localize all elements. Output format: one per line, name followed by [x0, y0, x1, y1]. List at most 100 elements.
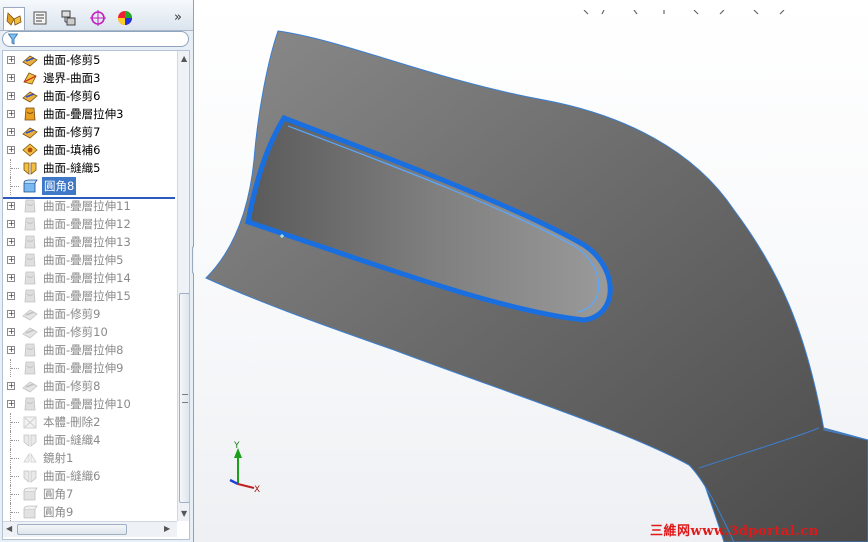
tree-item[interactable]: + 曲面-疊層拉伸5 — [3, 251, 175, 269]
loft-surface-icon — [21, 360, 39, 376]
tree-item-label: 曲面-修剪6 — [43, 89, 101, 103]
trim-surface-icon — [21, 378, 39, 394]
tree-item[interactable]: + 曲面-修剪6 — [3, 87, 175, 105]
tree-item[interactable]: 圓角7 — [3, 485, 175, 503]
tree-item[interactable]: 曲面-縫織5 — [3, 159, 175, 177]
property-manager-tab[interactable] — [29, 7, 51, 29]
reference-triad[interactable]: Y X — [228, 440, 268, 496]
expand-icon[interactable]: + — [7, 220, 15, 228]
tree-item-label: 曲面-疊層拉伸9 — [43, 361, 124, 375]
tree-item[interactable]: 曲面-縫織6 — [3, 467, 175, 485]
loft-surface-icon — [21, 288, 39, 304]
trim-surface-icon — [21, 124, 39, 140]
tree-item-label: 曲面-修剪5 — [43, 53, 101, 67]
tree-item-label: 圓角7 — [43, 487, 74, 501]
tree-item[interactable]: 鏡射1 — [3, 449, 175, 467]
scroll-down-icon[interactable]: ▼ — [181, 509, 187, 518]
tree-item-label: 曲面-疊層拉伸13 — [43, 235, 131, 249]
feature-manager-panel: » + 曲面-修剪5 + 邊界-曲面3 + 曲面-修剪6 + 曲面-疊層拉伸3 + 曲面-修剪7 +… — [0, 0, 194, 542]
tree-vertical-scrollbar[interactable]: ▲ ▼ — [177, 51, 189, 521]
loft-surface-icon — [21, 252, 39, 268]
tree-item[interactable]: + 曲面-疊層拉伸3 — [3, 105, 175, 123]
expand-icon[interactable]: + — [7, 256, 15, 264]
expand-icon[interactable]: + — [7, 128, 15, 136]
expand-icon[interactable]: + — [7, 74, 15, 82]
tree-connector — [10, 359, 19, 377]
tree-connector — [10, 467, 19, 485]
tree-item[interactable]: 圓角8 — [3, 177, 175, 195]
horizontal-scroll-thumb[interactable] — [17, 524, 127, 535]
tree-item[interactable]: + 邊界-曲面3 — [3, 69, 175, 87]
expand-icon[interactable]: + — [7, 346, 15, 354]
tree-item[interactable]: + 曲面-疊層拉伸15 — [3, 287, 175, 305]
property-manager-icon — [33, 11, 47, 25]
tree-item-label: 曲面-縫織4 — [43, 433, 101, 447]
tree-item[interactable]: + 曲面-修剪10 — [3, 323, 175, 341]
fillet-icon — [21, 178, 39, 194]
expand-icon[interactable]: + — [7, 292, 15, 300]
tree-item[interactable]: 曲面-疊層拉伸9 — [3, 359, 175, 377]
tree-item[interactable]: + 曲面-修剪9 — [3, 305, 175, 323]
loft-surface-icon — [21, 198, 39, 214]
tree-item[interactable]: + 曲面-疊層拉伸12 — [3, 215, 175, 233]
graphics-viewport[interactable]: Y X 三維网www.3dportal.cn — [194, 0, 868, 542]
display-manager-tab[interactable] — [114, 7, 136, 29]
tree-item[interactable]: + 曲面-修剪8 — [3, 377, 175, 395]
scroll-grip-icon — [182, 394, 188, 403]
expand-icon[interactable]: + — [7, 202, 15, 210]
tree-item[interactable]: + 曲面-疊層拉伸10 — [3, 395, 175, 413]
rollback-bar[interactable] — [3, 197, 175, 199]
feature-filter-field[interactable] — [2, 31, 189, 47]
expand-icon[interactable]: + — [7, 146, 15, 154]
tree-item[interactable]: + 曲面-填補6 — [3, 141, 175, 159]
scroll-right-icon[interactable]: ▶ — [164, 524, 170, 533]
expand-icon[interactable]: + — [7, 110, 15, 118]
scroll-left-icon[interactable]: ◀ — [6, 524, 12, 533]
feature-manager-icon — [6, 12, 22, 26]
expand-icon[interactable]: + — [7, 400, 15, 408]
tree-item-label: 曲面-疊層拉伸8 — [43, 343, 124, 357]
tree-item-label: 曲面-疊層拉伸5 — [43, 253, 124, 267]
feature-manager-tab[interactable] — [3, 7, 25, 30]
tree-item[interactable]: 本體-刪除2 — [3, 413, 175, 431]
feature-tree: + 曲面-修剪5 + 邊界-曲面3 + 曲面-修剪6 + 曲面-疊層拉伸3 + 曲面-修剪7 + 曲面… — [2, 50, 190, 540]
expand-icon[interactable]: + — [7, 238, 15, 246]
vertical-scroll-thumb[interactable] — [179, 293, 189, 503]
tree-item[interactable]: + 曲面-疊層拉伸14 — [3, 269, 175, 287]
trim-surface-icon — [21, 306, 39, 322]
tree-item-label: 曲面-疊層拉伸15 — [43, 289, 131, 303]
filter-icon — [8, 33, 18, 45]
scroll-up-icon[interactable]: ▲ — [181, 54, 187, 63]
trim-surface-icon — [21, 324, 39, 340]
tree-connector — [10, 485, 19, 503]
expand-icon[interactable]: + — [7, 310, 15, 318]
triad-y-label: Y — [233, 441, 240, 451]
heads-up-toolbar-icons — [583, 9, 785, 15]
expand-icon[interactable]: + — [7, 92, 15, 100]
surface-model[interactable] — [194, 0, 868, 542]
tree-item[interactable]: 曲面-縫織4 — [3, 431, 175, 449]
tree-item[interactable]: + 曲面-疊層拉伸13 — [3, 233, 175, 251]
tree-item-label: 圓角9 — [43, 505, 74, 519]
expand-icon[interactable]: + — [7, 274, 15, 282]
more-tabs-chevron[interactable]: » — [174, 10, 182, 25]
loft-surface-icon — [21, 216, 39, 232]
expand-icon[interactable]: + — [7, 328, 15, 336]
tree-item[interactable]: 圓角9 — [3, 503, 175, 521]
expand-icon[interactable]: + — [7, 56, 15, 64]
tree-item-label: 曲面-疊層拉伸11 — [43, 199, 131, 213]
tree-item-label: 曲面-疊層拉伸12 — [43, 217, 131, 231]
tree-item[interactable]: + 曲面-疊層拉伸8 — [3, 341, 175, 359]
dimxpert-tab[interactable] — [87, 7, 109, 29]
trim-surface-icon — [21, 52, 39, 68]
tree-horizontal-scrollbar[interactable]: ◀ ▶ — [3, 521, 177, 537]
configuration-manager-tab[interactable] — [58, 7, 80, 29]
expand-icon[interactable]: + — [7, 382, 15, 390]
tree-item[interactable]: + 曲面-修剪5 — [3, 51, 175, 69]
fillet-icon — [21, 504, 39, 520]
tree-item-label: 曲面-疊層拉伸3 — [43, 107, 124, 121]
tree-item[interactable]: + 曲面-疊層拉伸11 — [3, 197, 175, 215]
tree-item-label: 邊界-曲面3 — [43, 71, 101, 85]
tree-item-label: 曲面-修剪7 — [43, 125, 101, 139]
tree-item[interactable]: + 曲面-修剪7 — [3, 123, 175, 141]
